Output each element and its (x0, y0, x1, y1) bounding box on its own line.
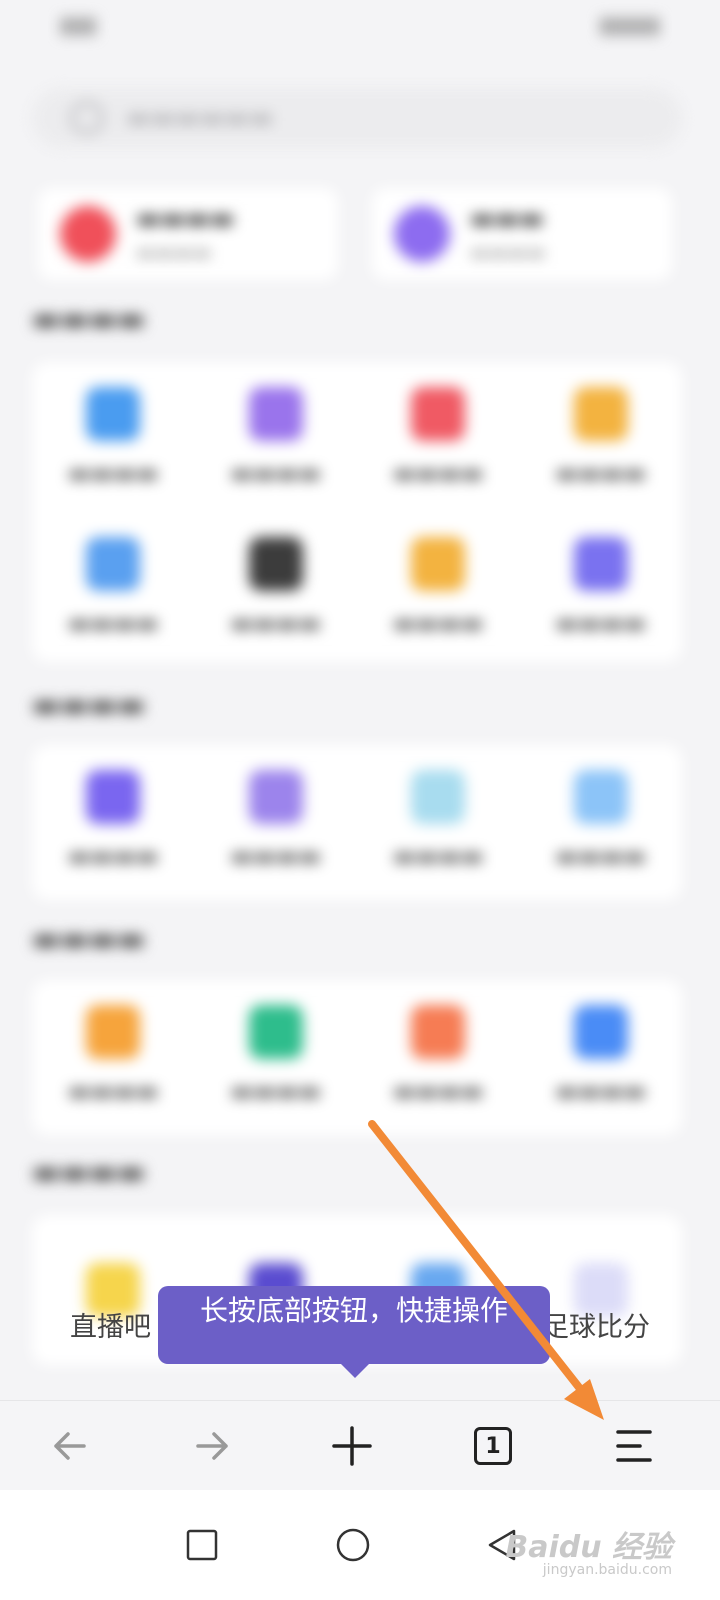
blurred-shortcut[interactable]: ▬▬▬▬ (195, 745, 358, 895)
plus-icon (332, 1426, 372, 1466)
circle-icon (336, 1528, 370, 1562)
back-button[interactable] (40, 1416, 100, 1476)
shortcut-icon (248, 1005, 303, 1059)
blurred-shortcut[interactable]: ▬▬▬▬ (195, 362, 358, 512)
shortcut-icon (573, 537, 628, 591)
shortcut-label: ▬▬▬▬ (555, 609, 647, 637)
section-heading: ▬▬▬▬ (32, 688, 146, 723)
blurred-home-content: ▮▮▮ ▮▮▮▮▮ ▬▬▬▬▬▬ ▬▬▬▬ ▬▬▬▬ ▬▬▬ ▬▬▬▬ ▬▬▬▬ ▬▬… (0, 0, 720, 1420)
blurred-shortcut[interactable]: ▬▬▬▬ (357, 745, 520, 895)
shortcut-label: ▬▬▬▬ (392, 842, 484, 870)
shortcut-icon (248, 537, 303, 591)
status-bar: ▮▮▮ ▮▮▮▮▮ (60, 12, 660, 38)
blurred-shortcut[interactable]: ▬▬▬▬ (520, 362, 683, 512)
shortcut-card: ▬▬▬▬ ▬▬▬▬ ▬▬▬▬ ▬▬▬▬ (32, 745, 682, 900)
tabs-button[interactable]: 1 (463, 1416, 523, 1476)
shortcut-label: ▬▬▬▬ (230, 1077, 322, 1105)
baidu-watermark: Baidu 经验 jingyan.baidu.com (505, 1522, 672, 1578)
section-heading: ▬▬▬▬ (32, 302, 146, 337)
shortcut-label-live[interactable]: 直播吧 (70, 1305, 151, 1344)
system-nav-bar: Baidu 经验 jingyan.baidu.com (0, 1490, 720, 1600)
hint-tooltip-text: 长按底部按钮，快捷操作 (199, 1294, 508, 1327)
blurred-shortcut[interactable]: ▬▬▬▬ (520, 512, 683, 662)
shortcut-label: ▬▬▬▬ (392, 609, 484, 637)
shortcut-icon (248, 770, 303, 824)
shortcut-label: ▬▬▬▬ (392, 1077, 484, 1105)
section-heading: ▬▬▬▬ (32, 1155, 146, 1190)
blurred-shortcut[interactable]: ▬▬▬▬ (32, 745, 195, 895)
blurred-shortcut[interactable]: ▬▬▬▬ (357, 980, 520, 1130)
shortcut-label: ▬▬▬▬ (555, 459, 647, 487)
menu-button[interactable] (604, 1416, 664, 1476)
shortcut-icon (86, 387, 141, 441)
blurred-shortcut[interactable]: ▬▬▬▬ (32, 512, 195, 662)
shortcut-label: ▬▬▬▬ (67, 1077, 159, 1105)
hint-tooltip: 长按底部按钮，快捷操作 (158, 1286, 550, 1378)
shortcut-icon (248, 387, 303, 441)
blurred-shortcut[interactable]: ▬▬▬▬ (520, 980, 683, 1130)
square-icon (186, 1529, 218, 1561)
search-bar[interactable]: ▬▬▬▬▬▬ (32, 88, 682, 148)
feature-card-left[interactable]: ▬▬▬▬ ▬▬▬▬ (38, 188, 338, 280)
blurred-shortcut[interactable]: ▬▬▬▬ (195, 980, 358, 1130)
shortcut-icon (86, 537, 141, 591)
shortcut-label: ▬▬▬▬ (230, 842, 322, 870)
watermark-brand: Baidu 经验 (505, 1530, 672, 1565)
shortcut-label: ▬▬▬▬ (230, 459, 322, 487)
shortcut-card: ▬▬▬▬ ▬▬▬▬ ▬▬▬▬ ▬▬▬▬ (32, 980, 682, 1135)
blurred-shortcut[interactable]: ▬▬▬▬ (32, 980, 195, 1130)
feature-icon (60, 206, 116, 262)
blurred-shortcut[interactable]: ▬▬▬▬ (357, 512, 520, 662)
feature-icon (394, 206, 450, 262)
shortcut-label: ▬▬▬▬ (67, 842, 159, 870)
search-placeholder: ▬▬▬▬▬▬ (126, 103, 274, 133)
tabs-icon: 1 (474, 1427, 512, 1465)
new-tab-button[interactable] (322, 1416, 382, 1476)
search-icon (70, 101, 104, 135)
menu-icon (616, 1430, 652, 1462)
shortcut-label: ▬▬▬▬ (67, 459, 159, 487)
blurred-shortcut[interactable]: ▬▬▬▬ (195, 512, 358, 662)
blurred-shortcut[interactable]: ▬▬▬▬ (357, 362, 520, 512)
shortcut-icon (411, 387, 466, 441)
shortcut-icon (573, 1005, 628, 1059)
feature-card-right[interactable]: ▬▬▬ ▬▬▬▬ (372, 188, 672, 280)
home-button[interactable] (323, 1515, 383, 1575)
shortcut-icon (573, 387, 628, 441)
shortcut-label-football[interactable]: 足球比分 (542, 1305, 650, 1344)
shortcut-icon (86, 1005, 141, 1059)
back-arrow-icon (54, 1432, 86, 1460)
shortcut-icon (411, 1005, 466, 1059)
blurred-shortcut[interactable]: ▬▬▬▬ (520, 745, 683, 895)
shortcut-label: ▬▬▬▬ (230, 609, 322, 637)
browser-toolbar: 1 (0, 1400, 720, 1491)
blurred-shortcut[interactable]: ▬▬▬▬ (32, 362, 195, 512)
shortcut-label: ▬▬▬▬ (555, 842, 647, 870)
shortcut-card: ▬▬▬▬ ▬▬▬▬ ▬▬▬▬ ▬▬▬▬ ▬▬▬▬ ▬▬▬▬ ▬▬▬▬ ▬▬▬▬ (32, 362, 682, 662)
section-heading: ▬▬▬▬ (32, 922, 146, 957)
shortcut-icon (573, 770, 628, 824)
shortcut-icon (411, 770, 466, 824)
shortcut-label: ▬▬▬▬ (67, 609, 159, 637)
shortcut-icon (86, 770, 141, 824)
forward-arrow-icon (196, 1432, 228, 1460)
forward-button[interactable] (182, 1416, 242, 1476)
shortcut-label: ▬▬▬▬ (392, 459, 484, 487)
recents-button[interactable] (172, 1515, 232, 1575)
shortcut-icon (411, 537, 466, 591)
tab-count: 1 (485, 1433, 501, 1459)
shortcut-label: ▬▬▬▬ (555, 1077, 647, 1105)
